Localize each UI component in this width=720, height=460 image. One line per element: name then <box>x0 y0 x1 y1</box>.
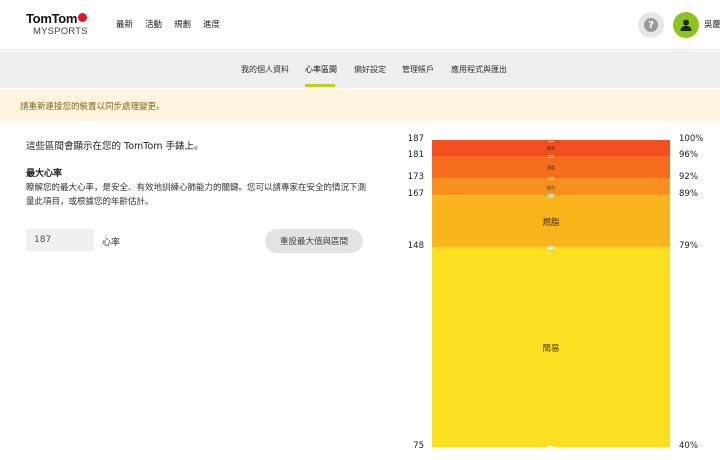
zone-drag-handle[interactable] <box>548 155 554 159</box>
zone-drag-handle[interactable] <box>548 193 554 197</box>
nav-plan[interactable]: 規劃 <box>174 18 191 30</box>
pct-tick-label: 89% <box>679 188 698 199</box>
tab-apps-export[interactable]: 應用程式與匯出 <box>451 64 507 75</box>
zone-label-1: 速度 <box>547 165 555 171</box>
zone-drag-handle[interactable] <box>548 245 554 249</box>
user-icon <box>680 19 692 31</box>
top-header: TomTom MYSPORTS 最新 活動 規劃 進度 ? 吳慶 <box>0 0 720 50</box>
banner-text: 請重新連接您的裝置以同步處理變更。 <box>20 102 165 112</box>
pct-tick-label: 92% <box>679 172 698 183</box>
zone-drag-handle[interactable] <box>548 139 554 142</box>
zone-label-0: 衝刺 <box>547 146 555 152</box>
logo-wordmark: TomTom <box>26 11 78 26</box>
main-nav: 最新 活動 規劃 進度 <box>116 18 220 30</box>
help-button[interactable]: ? <box>638 12 664 38</box>
zone-label-3: 燃脂 <box>542 217 560 228</box>
active-tab-indicator <box>305 84 335 87</box>
max-hr-input[interactable] <box>26 229 94 251</box>
settings-subnav: 我的個人資料 心率區間 偏好設定 管理帳戶 應用程式與匯出 <box>0 51 720 88</box>
tab-profile[interactable]: 我的個人資料 <box>241 64 289 75</box>
pct-tick-label: 40% <box>679 441 698 451</box>
zone-drag-handle[interactable] <box>548 446 554 449</box>
user-name[interactable]: 吳慶 <box>704 18 720 30</box>
pct-tick-label: 79% <box>679 240 698 251</box>
max-hr-description: 瞭解您的最大心率，是安全、有效地訓練心肺能力的關鍵。您可以請專家在安全的情況下測… <box>26 183 367 207</box>
zone-label-4: 簡易 <box>542 343 560 354</box>
nav-latest[interactable]: 最新 <box>116 18 133 30</box>
max-hr-heading: 最大心率 <box>26 169 63 179</box>
bpm-tick-label: 148 <box>407 240 424 251</box>
bpm-tick-label: 167 <box>407 188 424 199</box>
user-avatar[interactable] <box>673 12 699 38</box>
tab-heart-rate-zones[interactable]: 心率區間 <box>305 64 337 75</box>
bpm-tick-label: 75 <box>413 441 424 451</box>
logo-dot-icon <box>78 13 88 22</box>
pct-tick-label: 96% <box>679 150 698 161</box>
nav-progress[interactable]: 進度 <box>203 18 220 30</box>
pct-tick-label: 100% <box>679 134 704 144</box>
tab-manage-account[interactable]: 管理帳戶 <box>402 64 434 75</box>
tomtom-mysports-logo[interactable]: TomTom MYSPORTS <box>26 12 88 37</box>
tab-preferences[interactable]: 偏好設定 <box>354 64 386 75</box>
bpm-tick-label: 181 <box>407 150 424 161</box>
zones-intro-text: 這些區間會顯示在您的 TomTom 手錶上。 <box>26 141 204 152</box>
max-hr-unit-label: 心率 <box>102 238 121 248</box>
zone-label-2: 耐力 <box>547 184 555 190</box>
logo-subtitle: MYSPORTS <box>33 26 88 37</box>
zone-drag-handle[interactable] <box>548 177 554 181</box>
nav-activities[interactable]: 活動 <box>145 18 162 30</box>
reset-max-and-zones-button[interactable]: 重設最大值與區間 <box>265 229 363 253</box>
heart-rate-zone-chart: 衝刺速度耐力燃脂簡易 187 100% 181 96% 173 92% 167 89% 148 79… <box>392 134 720 457</box>
help-icon: ? <box>644 18 658 32</box>
sync-warning-banner: 請重新連接您的裝置以同步處理變更。 <box>0 89 720 121</box>
bpm-tick-label: 173 <box>407 172 424 183</box>
bpm-tick-label: 187 <box>407 134 424 144</box>
